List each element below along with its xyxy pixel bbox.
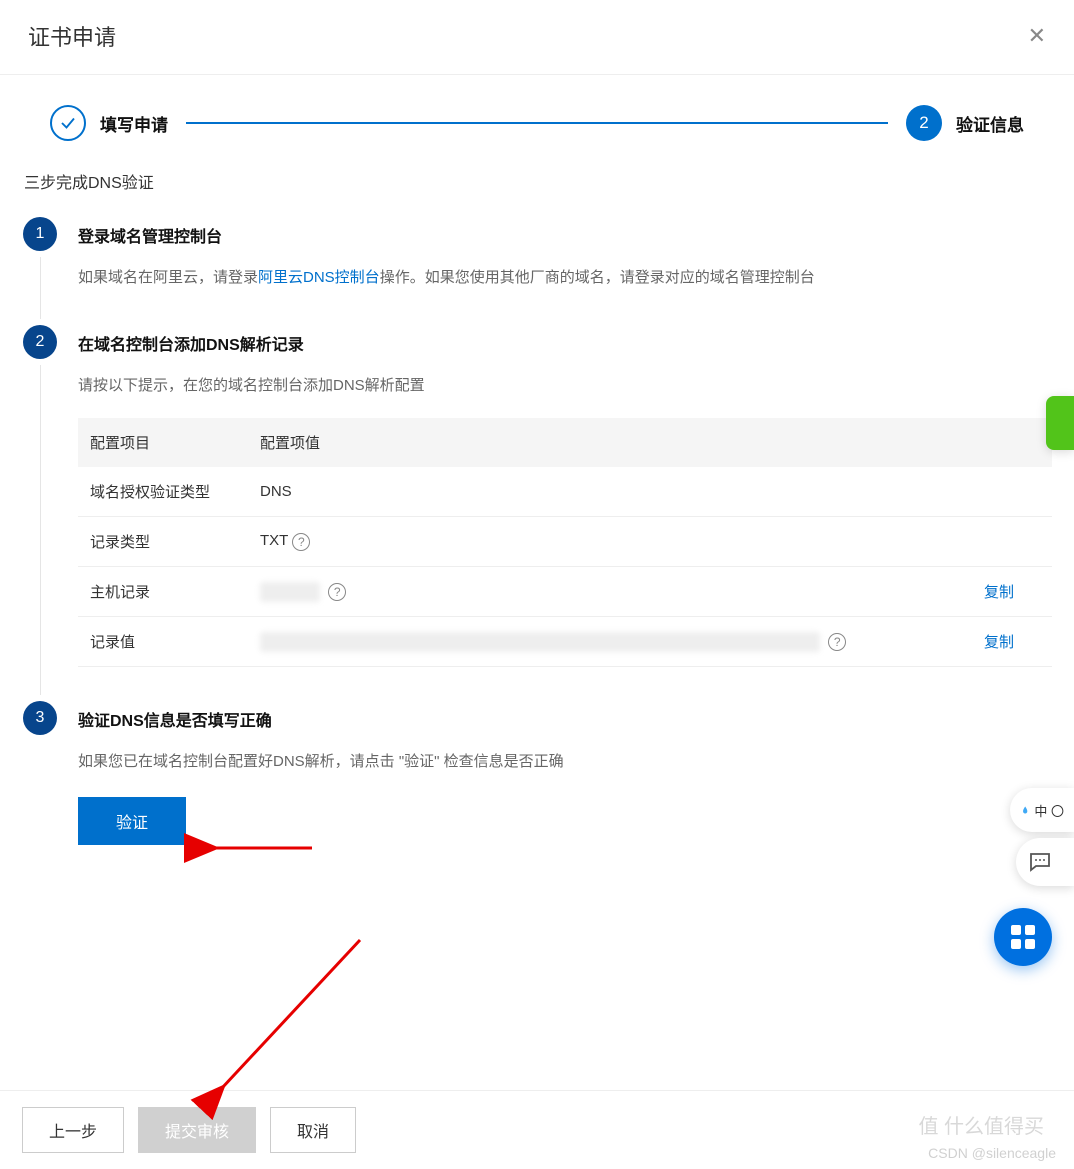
cell-key: 记录值 xyxy=(78,617,248,667)
annotation-arrow-2 xyxy=(210,930,380,1105)
droplet-icon xyxy=(1022,799,1028,821)
table-row: 记录类型 TXT? xyxy=(78,517,1052,567)
ime-text: 中 〇 xyxy=(1034,801,1064,820)
item2-body: 在域名控制台添加DNS解析记录 请按以下提示，在您的域名控制台添加DNS解析配置… xyxy=(78,325,1052,702)
stepper: 填写申请 2 验证信息 xyxy=(22,97,1052,169)
aliyun-dns-console-link[interactable]: 阿里云DNS控制台 xyxy=(258,269,380,286)
submit-review-button[interactable]: 提交审核 xyxy=(138,1107,256,1153)
item1-desc-suffix: 操作。如果您使用其他厂商的域名，请登录对应的域名管理控制台 xyxy=(380,269,815,286)
cell-value: DNS xyxy=(248,467,1052,517)
item2-title: 在域名控制台添加DNS解析记录 xyxy=(78,325,1052,355)
item1-body: 登录域名管理控制台 如果域名在阿里云，请登录阿里云DNS控制台操作。如果您使用其… xyxy=(78,217,1052,325)
item3-body: 验证DNS信息是否填写正确 如果您已在域名控制台配置好DNS解析，请点击 "验证… xyxy=(78,701,1052,879)
previous-step-button[interactable]: 上一步 xyxy=(22,1107,124,1153)
help-icon[interactable]: ? xyxy=(828,633,846,651)
help-icon[interactable]: ? xyxy=(292,533,310,551)
ime-indicator[interactable]: 中 〇 xyxy=(1010,788,1074,832)
item1-desc: 如果域名在阿里云，请登录阿里云DNS控制台操作。如果您使用其他厂商的域名，请登录… xyxy=(78,265,1052,291)
item3-desc: 如果您已在域名控制台配置好DNS解析，请点击 "验证" 检查信息是否正确 xyxy=(78,749,1052,775)
apps-fab[interactable] xyxy=(994,908,1052,966)
close-icon[interactable]: ✕ xyxy=(1028,25,1046,47)
modal-header: 证书申请 ✕ xyxy=(0,0,1074,75)
item-connector-line xyxy=(40,257,41,319)
modal-title: 证书申请 xyxy=(28,20,116,52)
step2-number: 2 xyxy=(906,105,942,141)
copy-record-value-button[interactable]: 复制 xyxy=(984,634,1014,651)
dns-config-table: 配置项目 配置项值 域名授权验证类型 DNS 记录类型 TXT? xyxy=(78,418,1052,667)
cancel-button[interactable]: 取消 xyxy=(270,1107,356,1153)
modal-footer: 上一步 提交审核 取消 xyxy=(0,1090,1074,1169)
table-head-key: 配置项目 xyxy=(78,418,248,467)
table-row: 记录值 ? 复制 xyxy=(78,617,1052,667)
table-row: 域名授权验证类型 DNS xyxy=(78,467,1052,517)
cell-key: 记录类型 xyxy=(78,517,248,567)
instruction-item-1: 1 登录域名管理控制台 如果域名在阿里云，请登录阿里云DNS控制台操作。如果您使… xyxy=(22,217,1052,325)
verify-button[interactable]: 验证 xyxy=(78,797,186,845)
chat-icon xyxy=(1028,850,1052,874)
redacted-record-value xyxy=(260,632,820,652)
step1-check-icon xyxy=(50,105,86,141)
grid-icon xyxy=(1011,925,1035,949)
step-connector xyxy=(186,122,888,124)
step1-label: 填写申请 xyxy=(100,111,168,136)
item1-title: 登录域名管理控制台 xyxy=(78,217,1052,247)
instruction-list: 1 登录域名管理控制台 如果域名在阿里云，请登录阿里云DNS控制台操作。如果您使… xyxy=(22,217,1052,879)
side-green-tab[interactable] xyxy=(1046,396,1074,450)
instruction-item-2: 2 在域名控制台添加DNS解析记录 请按以下提示，在您的域名控制台添加DNS解析… xyxy=(22,325,1052,702)
item1-number: 1 xyxy=(23,217,57,251)
instruction-item-3: 3 验证DNS信息是否填写正确 如果您已在域名控制台配置好DNS解析，请点击 "… xyxy=(22,701,1052,879)
item-num-column: 3 xyxy=(22,701,58,879)
item3-title: 验证DNS信息是否填写正确 xyxy=(78,701,1052,731)
copy-host-record-button[interactable]: 复制 xyxy=(984,584,1014,601)
chat-tab[interactable] xyxy=(1016,838,1074,886)
cell-value: ? xyxy=(248,617,972,667)
item-num-column: 1 xyxy=(22,217,58,325)
section-subtitle: 三步完成DNS验证 xyxy=(22,169,1052,193)
item-num-column: 2 xyxy=(22,325,58,702)
redacted-host-record xyxy=(260,582,320,602)
cell-value: TXT? xyxy=(248,517,1052,567)
step-2: 2 验证信息 xyxy=(906,105,1024,141)
table-row: 主机记录 ? 复制 xyxy=(78,567,1052,617)
cell-key: 主机记录 xyxy=(78,567,248,617)
item-connector-line xyxy=(40,365,41,696)
help-icon[interactable]: ? xyxy=(328,583,346,601)
item2-desc: 请按以下提示，在您的域名控制台添加DNS解析配置 xyxy=(78,373,1052,399)
modal-content: 填写申请 2 验证信息 三步完成DNS验证 1 登录域名管理控制台 如果域名在阿… xyxy=(0,75,1074,879)
step-1: 填写申请 xyxy=(50,105,168,141)
item2-number: 2 xyxy=(23,325,57,359)
table-head-value: 配置项值 xyxy=(248,418,1052,467)
cell-key: 域名授权验证类型 xyxy=(78,467,248,517)
cell-value: ? xyxy=(248,567,972,617)
item1-desc-prefix: 如果域名在阿里云，请登录 xyxy=(78,269,258,286)
step2-label: 验证信息 xyxy=(956,111,1024,136)
item3-number: 3 xyxy=(23,701,57,735)
txt-value: TXT xyxy=(260,532,288,549)
